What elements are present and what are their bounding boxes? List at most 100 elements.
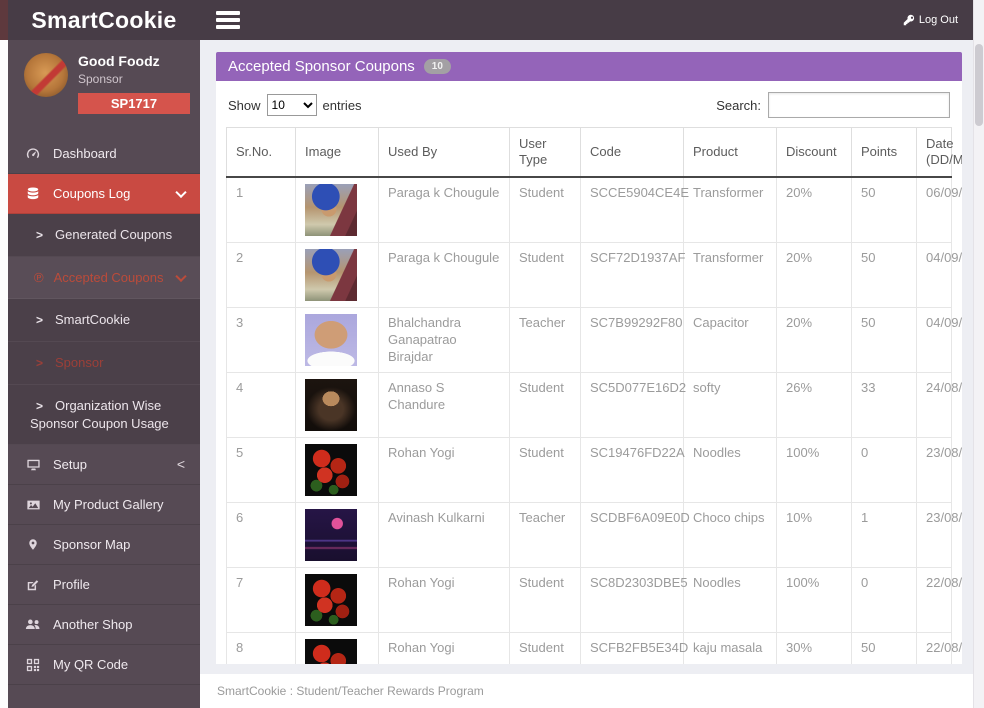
count-badge: 10 [424, 59, 451, 74]
search-label: Search: [716, 98, 761, 113]
sidebar-item-label: SmartCookie [55, 312, 130, 327]
cell-points: 0 [852, 438, 917, 503]
sidebar-item-generated-coupons[interactable]: > Generated Coupons [8, 214, 200, 257]
cell-points: 33 [852, 373, 917, 438]
cell-user_type: Teacher [510, 503, 581, 568]
cell-image [296, 373, 379, 438]
cell-image [296, 633, 379, 665]
cell-points: 1 [852, 503, 917, 568]
panel-body: Show 10 entries Search: Sr.No.ImageUsed … [216, 81, 962, 664]
user-photo [305, 639, 357, 664]
cell-points: 0 [852, 568, 917, 633]
sidebar-item-setup[interactable]: Setup < [8, 445, 200, 485]
sidebar-nav: Dashboard Coupons Log > Generated Coupons… [8, 134, 200, 685]
column-header-used_by: Used By [379, 128, 510, 178]
monitor-icon [24, 458, 42, 472]
search-control: Search: [716, 92, 950, 118]
coupons-table-head: Sr.No.ImageUsed ByUser TypeCodeProductDi… [227, 128, 952, 178]
logout-button[interactable]: Log Out [903, 14, 958, 26]
cell-product: Noodles [684, 568, 777, 633]
cell-sr_no: 3 [227, 308, 296, 373]
cell-used_by: Paraga k Chougule [379, 243, 510, 308]
angle-right-icon: > [36, 227, 43, 244]
table-controls: Show 10 entries Search: [226, 81, 952, 127]
angle-right-icon: > [36, 398, 43, 415]
cell-code: SC5D077E16D2 [581, 373, 684, 438]
profile-info: Good Foodz Sponsor SP1717 [78, 53, 190, 114]
sidebar-item-profile[interactable]: Profile [8, 565, 200, 605]
sidebar-item-label: Generated Coupons [55, 227, 172, 242]
cell-date: 23/08/2018 [917, 503, 952, 568]
sidebar-item-dashboard[interactable]: Dashboard [8, 134, 200, 174]
sidebar-item-label: Sponsor Map [53, 537, 130, 552]
cell-date: 22/08/2018 [917, 568, 952, 633]
table-row: 2Paraga k ChouguleStudentSCF72D1937AFTra… [227, 243, 952, 308]
table-row: 5Rohan YogiStudentSC19476FD22ANoodles100… [227, 438, 952, 503]
map-marker-icon [24, 537, 42, 552]
coupons-panel: Accepted Sponsor Coupons 10 Show 10 entr… [216, 52, 962, 664]
sidebar-item-another-shop[interactable]: Another Shop [8, 605, 200, 645]
cell-discount: 20% [777, 177, 852, 243]
footer-text: SmartCookie : Student/Teacher Rewards Pr… [217, 684, 484, 698]
cell-points: 50 [852, 243, 917, 308]
sidebar-profile: Good Foodz Sponsor SP1717 [8, 40, 200, 122]
cell-points: 50 [852, 177, 917, 243]
cell-code: SC19476FD22A [581, 438, 684, 503]
cell-used_by: Annaso S Chandure [379, 373, 510, 438]
sidebar-item-my-qr-code[interactable]: My QR Code [8, 645, 200, 685]
cell-sr_no: 8 [227, 633, 296, 665]
sidebar-item-org-wise-sponsor-coupon-usage[interactable]: >Organization Wise Sponsor Coupon Usage [8, 385, 200, 445]
key-icon [903, 14, 915, 26]
table-row: 8Rohan YogiStudentSCFB2FB5E34Dkaju masal… [227, 633, 952, 665]
user-photo [305, 379, 357, 431]
sidebar-item-sponsor-map[interactable]: Sponsor Map [8, 525, 200, 565]
coupons-table: Sr.No.ImageUsed ByUser TypeCodeProductDi… [226, 127, 952, 664]
cell-points: 50 [852, 633, 917, 665]
cell-sr_no: 5 [227, 438, 296, 503]
coupons-table-body: 1Paraga k ChouguleStudentSCCE5904CE4ETra… [227, 177, 952, 664]
panel-title: Accepted Sponsor Coupons [228, 58, 415, 75]
search-input[interactable] [768, 92, 950, 118]
sidebar-item-label: Dashboard [53, 146, 117, 161]
cell-user_type: Teacher [510, 308, 581, 373]
angle-right-icon: > [36, 355, 43, 372]
sidebar: Good Foodz Sponsor SP1717 Dashboard Coup… [8, 40, 200, 708]
app-logo[interactable]: SmartCookie [8, 0, 200, 40]
cell-sr_no: 4 [227, 373, 296, 438]
cell-product: Noodles [684, 438, 777, 503]
sidebar-item-accepted-coupons[interactable]: ℗Accepted Coupons [8, 257, 200, 299]
sidebar-item-sponsor[interactable]: >Sponsor [8, 342, 200, 385]
table-row: 7Rohan YogiStudentSC8D2303DBE5Noodles100… [227, 568, 952, 633]
circled-p-icon: ℗ [34, 269, 44, 286]
cell-date: 06/09/2018 [917, 177, 952, 243]
chevron-left-icon: < [177, 456, 185, 472]
cell-date: 04/09/2018 [917, 308, 952, 373]
cell-used_by: Avinash Kulkarni [379, 503, 510, 568]
user-photo [305, 249, 357, 301]
sidebar-item-label: My Product Gallery [53, 497, 164, 512]
scrollbar-track[interactable] [973, 0, 984, 708]
column-header-user_type: User Type [510, 128, 581, 178]
avatar[interactable] [24, 53, 68, 97]
menu-toggle-icon[interactable] [216, 11, 240, 29]
chevron-down-icon [175, 270, 186, 281]
cell-discount: 30% [777, 633, 852, 665]
column-header-code: Code [581, 128, 684, 178]
logout-label: Log Out [919, 14, 958, 26]
sidebar-item-label: Organization Wise Sponsor Coupon Usage [30, 398, 169, 431]
scrollbar-thumb[interactable] [975, 44, 983, 126]
cell-used_by: Rohan Yogi [379, 633, 510, 665]
cell-code: SC7B99292F80 [581, 308, 684, 373]
sidebar-item-coupons-log[interactable]: Coupons Log [8, 174, 200, 214]
cell-code: SCFB2FB5E34D [581, 633, 684, 665]
sidebar-item-smartcookie[interactable]: >SmartCookie [8, 299, 200, 342]
sidebar-item-label: Setup [53, 457, 87, 472]
cell-discount: 100% [777, 438, 852, 503]
table-row: 3Bhalchandra Ganapatrao BirajdarTeacherS… [227, 308, 952, 373]
user-role: Sponsor [78, 72, 190, 86]
cell-image [296, 568, 379, 633]
qr-code-icon [24, 658, 42, 672]
page-size-select[interactable]: 10 [267, 94, 317, 116]
sidebar-item-my-product-gallery[interactable]: My Product Gallery [8, 485, 200, 525]
window-edge [0, 0, 8, 708]
